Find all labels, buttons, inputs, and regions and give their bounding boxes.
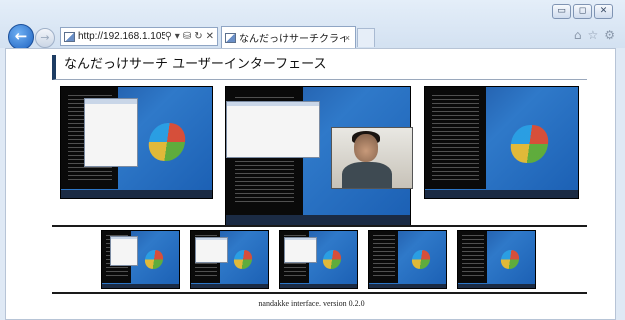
close-window-button[interactable]: ✕ <box>594 4 613 19</box>
thumbnail-2[interactable] <box>190 230 269 289</box>
screenshot-large-1[interactable] <box>60 86 213 199</box>
windows-logo-icon <box>232 250 254 270</box>
thumbnail-5[interactable] <box>457 230 536 289</box>
console-window <box>369 231 399 284</box>
settings-gear-icon[interactable]: ⚙ <box>604 28 615 42</box>
minimize-button[interactable]: ▭ <box>552 4 571 19</box>
person-body <box>342 162 392 188</box>
page-viewport: なんだっけサーチ ユーザーインターフェース nandakke interface… <box>5 48 616 320</box>
screenshot-large-3[interactable] <box>424 86 579 199</box>
browser-chrome: ▭ ◻ ✕ ← → http://192.168.1.105 ⚲ ▾ ⛁ ↻ ✕… <box>0 0 625 50</box>
thumbnail-1[interactable] <box>101 230 180 289</box>
dialog-window <box>109 235 138 267</box>
stop-icon[interactable]: ✕ <box>206 31 214 42</box>
maximize-button[interactable]: ◻ <box>573 4 592 19</box>
webcam-photo[interactable] <box>331 127 413 189</box>
address-bar[interactable]: http://192.168.1.105 ⚲ ▾ ⛁ ↻ ✕ <box>60 27 218 46</box>
tab-title: なんだっけサーチクライ... <box>239 34 345 45</box>
refresh-icon[interactable]: ↻ <box>194 31 202 42</box>
address-bar-actions: ⚲ ▾ ⛁ ↻ ✕ <box>165 31 214 42</box>
dialog-window <box>283 236 317 263</box>
page-title: なんだっけサーチ ユーザーインターフェース <box>52 55 587 80</box>
forward-arrow-icon[interactable]: → <box>35 28 55 48</box>
back-arrow-icon[interactable]: ← <box>8 24 34 50</box>
favorites-star-icon[interactable]: ☆ <box>587 28 598 42</box>
dialog-window <box>83 98 139 167</box>
dialog-window <box>226 100 320 158</box>
address-url[interactable]: http://192.168.1.105 <box>78 31 165 42</box>
dialog-window <box>194 236 228 263</box>
console-window <box>425 87 487 190</box>
search-icon[interactable]: ⚲ ▾ <box>165 31 180 42</box>
new-tab-button[interactable] <box>357 28 375 47</box>
footer-version: nandakke interface. version 0.2.0 <box>258 299 365 308</box>
divider-bottom <box>52 292 587 294</box>
tab-favicon-icon <box>225 32 236 43</box>
divider-top <box>52 225 587 227</box>
windows-logo-icon <box>321 250 343 270</box>
thumbnail-4[interactable] <box>368 230 447 289</box>
windows-logo-icon <box>143 250 165 270</box>
windows-logo-icon <box>410 250 432 270</box>
person-face <box>354 134 378 162</box>
windows-logo-icon <box>499 250 521 270</box>
home-icon[interactable]: ⌂ <box>574 28 582 42</box>
thumbnail-3[interactable] <box>279 230 358 289</box>
windows-logo-icon <box>508 124 551 163</box>
window-controls: ▭ ◻ ✕ <box>552 4 613 19</box>
browser-toolbar: ⌂ ☆ ⚙ <box>574 28 615 42</box>
console-window <box>458 231 488 284</box>
close-tab-icon[interactable]: × <box>345 33 350 43</box>
compatibility-icon[interactable]: ⛁ <box>183 31 191 42</box>
page-favicon-icon <box>64 31 75 42</box>
browser-tab-active[interactable]: なんだっけサーチクライ... × <box>221 26 356 48</box>
windows-logo-icon <box>145 122 188 161</box>
